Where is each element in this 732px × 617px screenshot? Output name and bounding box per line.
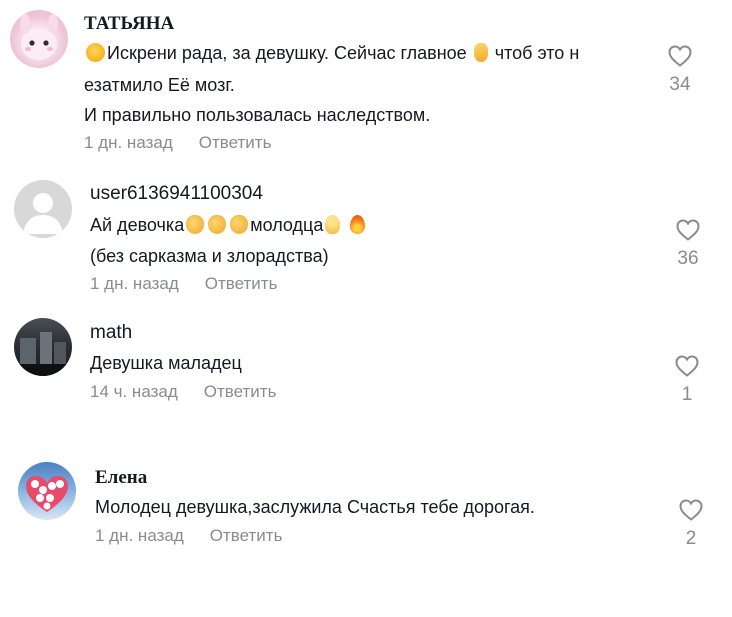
like-button[interactable]: 2 [671,498,711,550]
avatar-image [26,476,68,512]
comment-author[interactable]: Елена [95,467,147,489]
comment-timestamp: 1 дн. назад [95,526,184,545]
comment-text-line: Молодец девушка,заслужила Счастья тебе д… [95,497,535,517]
comment-item: Елена Молодец девушка,заслужила Счастья … [0,0,732,560]
avatar[interactable] [18,462,76,520]
reply-button[interactable]: Ответить [210,526,283,545]
comment-meta: 1 дн. назад Ответить [95,526,282,546]
heart-icon [679,499,703,521]
like-count: 2 [685,528,697,549]
